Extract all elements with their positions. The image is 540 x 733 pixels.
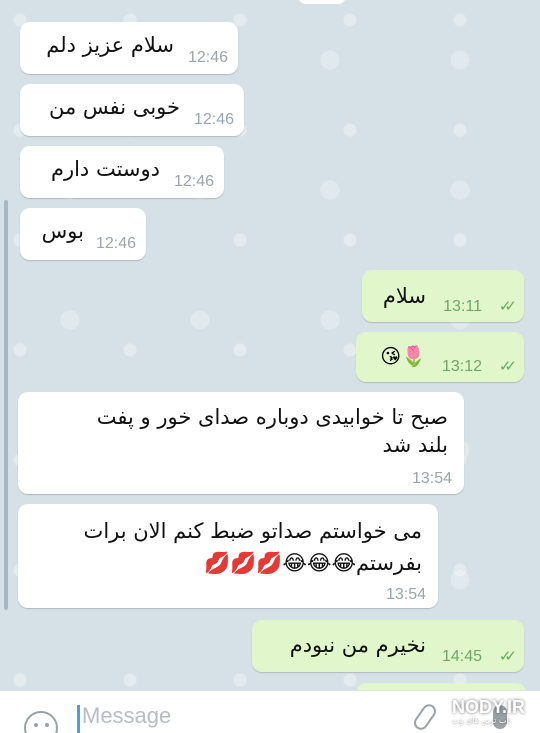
message-time: 13:54: [411, 470, 452, 487]
message-text-line: صبح تا خوابیدی دوباره صدای خور و پفت: [96, 405, 448, 429]
previous-message-edge: [298, 0, 346, 4]
message-time: 13:54: [385, 586, 426, 603]
double-check-icon: ✓✓: [498, 647, 517, 665]
message-time: 12:46: [187, 49, 228, 66]
message-text: سلام عزیز دلم: [46, 33, 174, 57]
message-bubble-incoming[interactable]: خوبی نفس من 12:46: [20, 84, 244, 136]
message-time: 12:46: [173, 173, 214, 190]
message-time: 12:46: [193, 111, 234, 128]
selection-bar: [4, 200, 8, 610]
double-check-icon: ✓✓: [498, 297, 517, 315]
message-time: 13:12: [441, 358, 482, 375]
message-text: نخیرم من نبودم: [289, 633, 426, 657]
message-bubble-outgoing[interactable]: نخیرم من نبودم 14:45 ✓✓: [252, 620, 524, 672]
next-message-edge: [356, 683, 526, 690]
paperclip-icon[interactable]: [411, 701, 439, 733]
message-text: دوستت دارم: [50, 157, 160, 181]
message-text-line: بفرستم😂😂😂💋💋💋: [203, 551, 422, 575]
message-bubble-incoming[interactable]: بوس 12:46: [20, 208, 146, 260]
double-check-icon: ✓✓: [498, 357, 517, 375]
message-bubble-incoming[interactable]: سلام عزیز دلم 12:46: [20, 22, 238, 74]
watermark-subtext: ناب ترین های وب: [452, 716, 512, 725]
message-text-line: می خواستم صداتو ضبط کنم الان برات: [83, 519, 422, 543]
message-text-line: بلند شد: [382, 433, 448, 457]
message-input[interactable]: Message: [82, 703, 171, 729]
message-time: 14:45: [441, 648, 482, 665]
message-bubble-incoming[interactable]: دوستت دارم 12:46: [20, 146, 224, 198]
message-bubble-outgoing[interactable]: 😘🌷 13:12 ✓✓: [356, 332, 524, 382]
message-bubble-outgoing[interactable]: سلام 13:11 ✓✓: [362, 270, 524, 322]
message-text: بوس: [41, 219, 84, 243]
message-text: خوبی نفس من: [48, 95, 180, 119]
message-bubble-incoming[interactable]: می خواستم صداتو ضبط کنم الان برات بفرستم…: [18, 504, 438, 608]
smile-icon[interactable]: [24, 711, 58, 733]
message-time: 13:11: [443, 298, 482, 315]
message-emoji: 😘🌷: [380, 344, 426, 368]
message-text: سلام: [382, 284, 426, 308]
message-bubble-incoming[interactable]: صبح تا خوابیدی دوباره صدای خور و پفت بلن…: [18, 392, 464, 494]
text-cursor: [77, 705, 80, 733]
message-time: 12:46: [95, 235, 136, 252]
watermark-logo: NODY.IR: [452, 697, 526, 717]
chat-history[interactable]: سلام عزیز دلم 12:46 خوبی نفس من 12:46 دو…: [0, 0, 540, 690]
